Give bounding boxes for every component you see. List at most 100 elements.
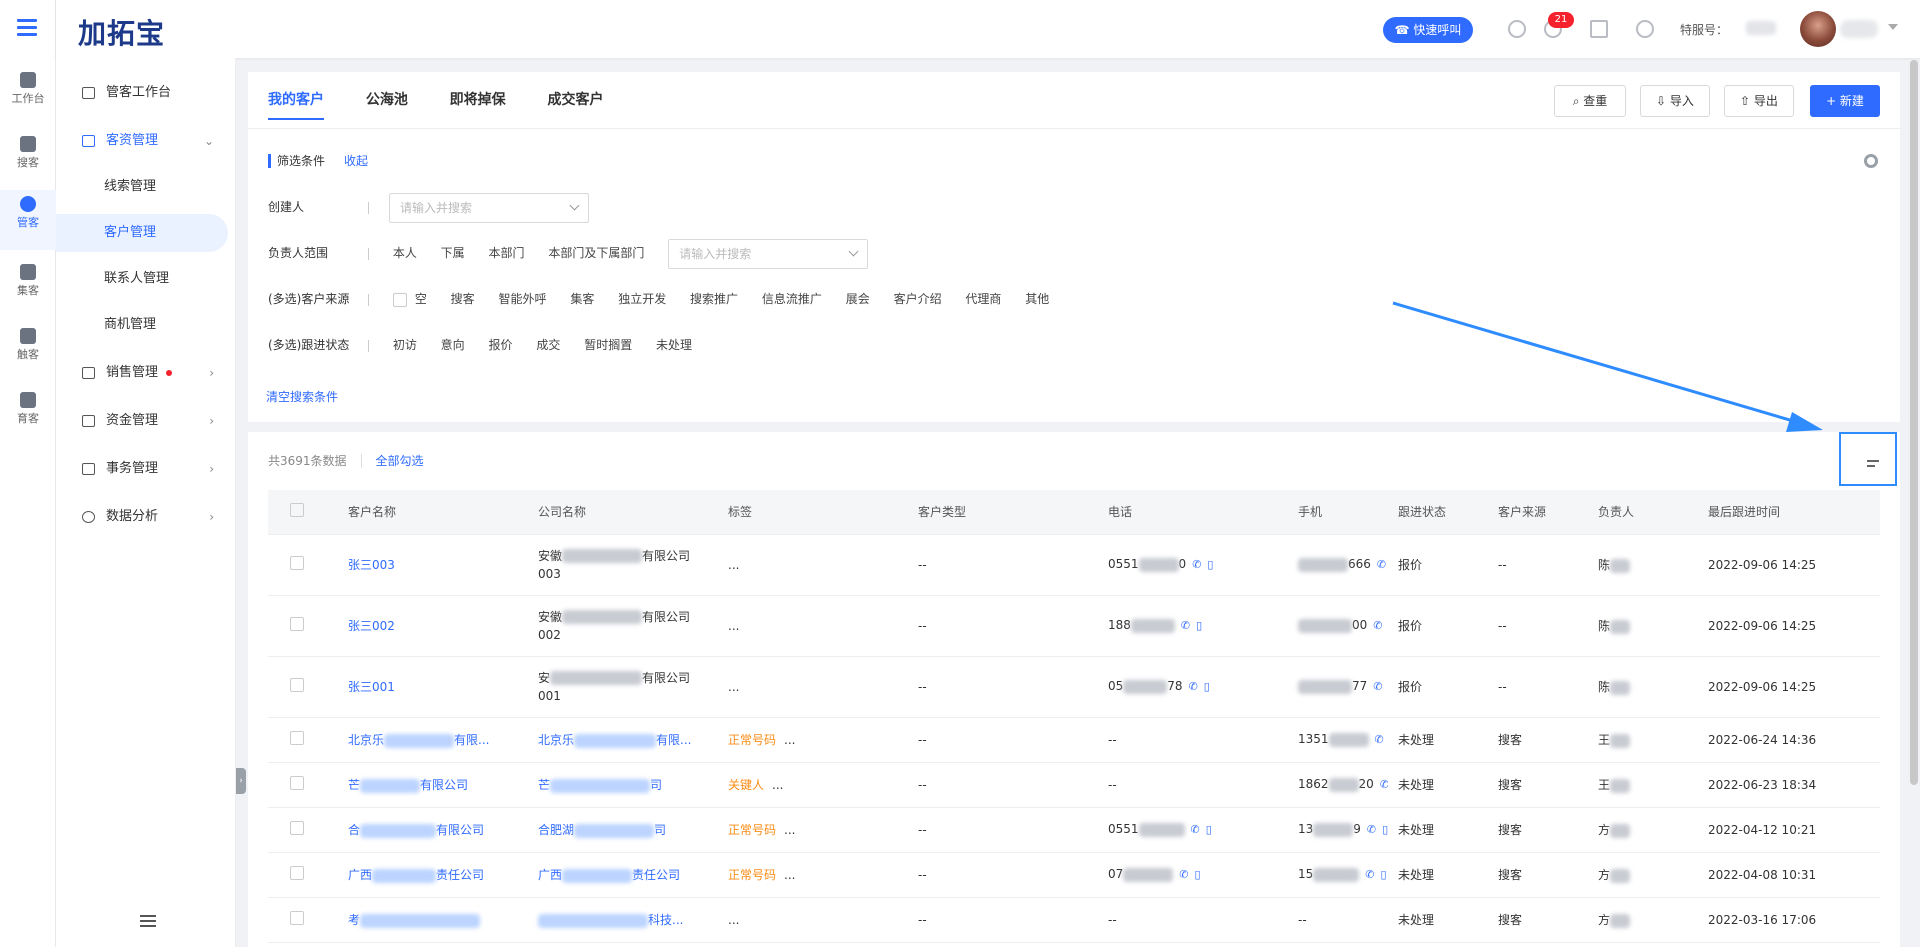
source-option[interactable]: 展会 <box>846 284 870 314</box>
col-header-source[interactable]: 客户来源 <box>1488 490 1588 535</box>
call-icon[interactable]: ✆ <box>1365 868 1374 881</box>
source-option[interactable]: 智能外呼 <box>499 284 547 314</box>
call-icon[interactable]: ✆ <box>1373 680 1382 693</box>
company-name-link[interactable]: 广西 责任公司 <box>528 852 718 898</box>
tab-my-customers[interactable]: 我的客户 <box>268 90 324 120</box>
rail-item-reach-customer[interactable]: 触客 <box>0 322 56 378</box>
sidebar-item-opportunities[interactable]: 商机管理 <box>56 306 228 344</box>
owner-option-subordinates[interactable]: 下属 <box>441 238 465 268</box>
call-icon[interactable]: ✆ <box>1380 778 1388 791</box>
sidebar-item-sales[interactable]: 销售管理 › <box>56 354 236 392</box>
tab-public-pool[interactable]: 公海池 <box>366 90 408 120</box>
quick-call-button[interactable]: ☎ 快速呼叫 <box>1383 17 1473 43</box>
row-checkbox[interactable] <box>290 866 304 880</box>
select-all-checkbox[interactable] <box>290 503 304 518</box>
rail-item-collect-customer[interactable]: 集客 <box>0 258 56 314</box>
company-name-link[interactable]: 科技... <box>528 897 718 943</box>
source-option[interactable]: 搜客 <box>451 284 475 314</box>
sidebar-item-analytics[interactable]: 数据分析 › <box>56 498 236 536</box>
call-icon[interactable]: ✆ <box>1367 823 1376 836</box>
sidebar-item-customer-resources[interactable]: 客资管理 ⌄ <box>56 122 236 160</box>
call-icon[interactable]: ✆ <box>1192 558 1201 571</box>
row-checkbox[interactable] <box>290 617 304 631</box>
source-option-empty[interactable]: 空 <box>415 284 427 314</box>
source-option[interactable]: 客户介绍 <box>894 284 942 314</box>
create-button[interactable]: + 新建 <box>1810 85 1880 117</box>
mobile-call-icon[interactable]: ▯ <box>1206 823 1212 836</box>
row-checkbox[interactable] <box>290 556 304 570</box>
table-row[interactable]: 北京乐有限... 北京乐有限... 正常号码... -- -- 1351✆▯ 未… <box>268 717 1880 763</box>
rail-item-manage-customer[interactable]: 管客 <box>0 190 56 250</box>
mobile-call-icon[interactable]: ▯ <box>1207 558 1213 571</box>
col-header-customer-type[interactable]: 客户类型 <box>908 490 1098 535</box>
row-checkbox[interactable] <box>290 731 304 745</box>
sidebar-item-affairs[interactable]: 事务管理 › <box>56 450 236 488</box>
table-row[interactable]: 张三002 安徽有限公司002 ... -- 188✆▯ 00✆▯ 报价 -- … <box>268 595 1880 657</box>
vertical-scrollbar[interactable] <box>1910 60 1918 785</box>
owner-option-department[interactable]: 本部门 <box>489 238 525 268</box>
status-option[interactable]: 成交 <box>536 330 560 360</box>
mobile-call-icon[interactable]: ▯ <box>1382 823 1388 836</box>
col-header-last-follow-time[interactable]: 最后跟进时间 <box>1698 490 1880 535</box>
table-row[interactable]: 张三003 安徽有限公司003 ... -- 05510✆▯ 666✆▯ 报价 … <box>268 534 1880 596</box>
source-empty-checkbox[interactable] <box>392 292 407 307</box>
call-icon[interactable]: ✆ <box>1189 680 1198 693</box>
status-option[interactable]: 报价 <box>489 330 513 360</box>
table-row[interactable]: 考 科技... ... -- -- -- 未处理 搜客 方 2022-03-16… <box>268 897 1880 943</box>
table-row[interactable]: 张三001 安有限公司001 ... -- 0578✆▯ 77✆▯ 报价 -- … <box>268 656 1880 718</box>
owner-option-department-and-sub[interactable]: 本部门及下属部门 <box>548 238 644 268</box>
customer-name-link[interactable]: 张三001 <box>338 656 528 718</box>
row-checkbox[interactable] <box>290 911 304 925</box>
creator-select[interactable]: 请输入并搜索 <box>389 192 589 223</box>
settings-gear-icon[interactable] <box>1636 20 1654 38</box>
call-icon[interactable]: ✆ <box>1179 868 1188 881</box>
company-name-link[interactable]: 合肥湖司 <box>528 807 718 853</box>
customer-name-link[interactable]: 北京乐 有限... <box>338 717 528 763</box>
mobile-call-icon[interactable]: ▯ <box>1381 868 1387 881</box>
company-name-link[interactable]: 北京乐 有限... <box>528 717 718 763</box>
headset-icon[interactable] <box>1508 20 1526 38</box>
avatar[interactable] <box>1800 11 1836 47</box>
customer-name-link[interactable]: 芒有限公司 <box>338 762 528 808</box>
col-header-company-name[interactable]: 公司名称 <box>528 490 718 535</box>
call-icon[interactable]: ✆ <box>1191 823 1200 836</box>
call-icon[interactable]: ✆ <box>1181 619 1190 632</box>
row-checkbox[interactable] <box>290 678 304 692</box>
table-row[interactable]: 合有限公司 合肥湖司 正常号码... -- 0551 ✆ ▯ 13 9 ✆ ▯ 未处理 搜… <box>268 807 1880 853</box>
menu-icon[interactable] <box>17 19 37 37</box>
owner-option-self[interactable]: 本人 <box>393 238 417 268</box>
sidebar-item-customers[interactable]: 客户管理 <box>56 214 228 252</box>
column-settings-button[interactable] <box>1839 432 1897 486</box>
source-option[interactable]: 集客 <box>570 284 594 314</box>
company-name-link[interactable]: 芒司 <box>528 762 718 808</box>
col-header-follow-status[interactable]: 跟进状态 <box>1388 490 1488 535</box>
col-header-phone[interactable]: 电话 <box>1098 490 1288 535</box>
status-option[interactable]: 未处理 <box>656 330 692 360</box>
mobile-call-icon[interactable]: ▯ <box>1195 868 1201 881</box>
call-icon[interactable]: ✆ <box>1377 558 1386 571</box>
home-icon[interactable] <box>1590 20 1608 38</box>
sidebar-item-dashboard[interactable]: 管客工作台 <box>56 74 236 112</box>
sidebar-item-funds[interactable]: 资金管理 › <box>56 402 236 440</box>
select-all-link[interactable]: 全部勾选 <box>360 454 424 468</box>
status-option[interactable]: 暂时搁置 <box>584 330 632 360</box>
customer-name-link[interactable]: 考 <box>338 897 528 943</box>
rail-item-nurture-customer[interactable]: 育客 <box>0 386 56 442</box>
sidebar-toggle-handle[interactable]: › <box>236 768 246 794</box>
rail-item-workbench[interactable]: 工作台 <box>0 66 56 122</box>
tab-closed-customers[interactable]: 成交客户 <box>547 90 603 120</box>
sidebar-item-leads[interactable]: 线索管理 <box>56 168 228 206</box>
col-header-owner[interactable]: 负责人 <box>1588 490 1698 535</box>
export-button[interactable]: ⇧ 导出 <box>1724 85 1794 117</box>
collapse-sidebar-icon[interactable] <box>140 915 156 927</box>
status-option[interactable]: 初访 <box>393 330 417 360</box>
collapse-filters-link[interactable]: 收起 <box>344 154 368 168</box>
source-option[interactable]: 其他 <box>1025 284 1049 314</box>
mobile-call-icon[interactable]: ▯ <box>1204 680 1210 693</box>
source-option[interactable]: 搜索推广 <box>690 284 738 314</box>
customer-name-link[interactable]: 合有限公司 <box>338 807 528 853</box>
col-header-customer-name[interactable]: 客户名称 <box>338 490 528 535</box>
rail-item-search-customer[interactable]: 搜客 <box>0 130 56 186</box>
col-header-mobile[interactable]: 手机 <box>1288 490 1388 535</box>
dedupe-button[interactable]: ⌕ 查重 <box>1554 85 1626 117</box>
